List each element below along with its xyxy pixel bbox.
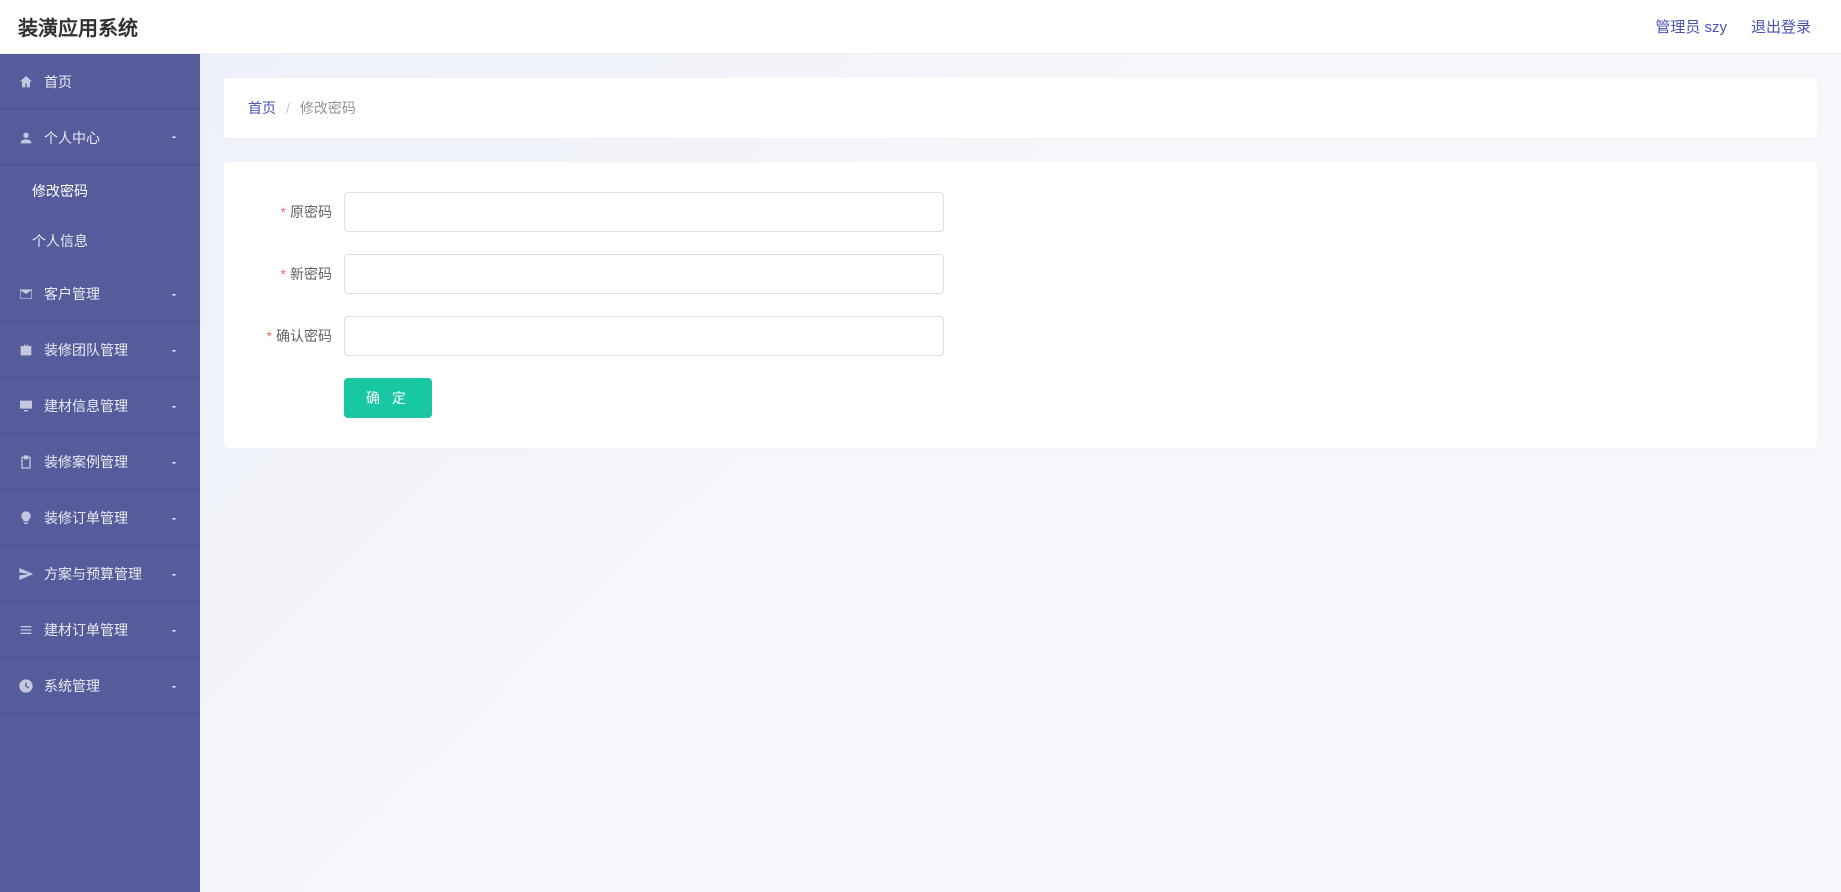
home-icon <box>18 74 34 90</box>
sidebar-item-9[interactable]: 系统管理 <box>0 658 200 714</box>
breadcrumb-home[interactable]: 首页 <box>248 98 276 118</box>
sidebar: 首页个人中心修改密码个人信息客户管理装修团队管理建材信息管理装修案例管理装修订单… <box>0 54 200 892</box>
sidebar-item-2[interactable]: 客户管理 <box>0 266 200 322</box>
sidebar-item-label: 建材信息管理 <box>44 396 128 416</box>
sidebar-item-label: 客户管理 <box>44 284 100 304</box>
sidebar-item-label: 建材订单管理 <box>44 620 128 640</box>
form-label-text: 确认密码 <box>276 328 332 344</box>
admin-link[interactable]: 管理员 szy <box>1655 16 1727 37</box>
chevron-down-icon <box>168 456 180 468</box>
chevron-down-icon <box>168 624 180 636</box>
clipboard-icon <box>18 454 34 470</box>
sidebar-item-label: 系统管理 <box>44 676 100 696</box>
sidebar-item-7[interactable]: 方案与预算管理 <box>0 546 200 602</box>
send-icon <box>18 566 34 582</box>
form-label-1: *新密码 <box>244 264 344 284</box>
main: 首页 / 修改密码 *原密码*新密码*确认密码 确 定 <box>200 54 1841 892</box>
required-asterisk: * <box>267 328 272 344</box>
sidebar-item-left: 装修案例管理 <box>18 452 128 472</box>
form-label-0: *原密码 <box>244 202 344 222</box>
form-label-text: 原密码 <box>290 204 332 220</box>
chevron-down-icon <box>168 288 180 300</box>
display-icon <box>18 398 34 414</box>
sidebar-item-left: 方案与预算管理 <box>18 564 142 584</box>
submit-button[interactable]: 确 定 <box>344 378 432 418</box>
form-row-0: *原密码 <box>244 192 1797 232</box>
sidebar-item-left: 建材订单管理 <box>18 620 128 640</box>
mail-icon <box>18 286 34 302</box>
sidebar-subitem-label: 修改密码 <box>32 181 88 201</box>
sidebar-item-label: 个人中心 <box>44 128 100 148</box>
sidebar-subitem-1-0[interactable]: 修改密码 <box>0 166 200 216</box>
briefcase-icon <box>18 342 34 358</box>
sidebar-subitem-1-1[interactable]: 个人信息 <box>0 216 200 266</box>
sidebar-item-3[interactable]: 装修团队管理 <box>0 322 200 378</box>
sidebar-item-label: 装修团队管理 <box>44 340 128 360</box>
breadcrumb-current: 修改密码 <box>300 98 356 118</box>
password-input-1[interactable] <box>344 254 944 294</box>
sidebar-item-left: 建材信息管理 <box>18 396 128 416</box>
sidebar-subitem-label: 个人信息 <box>32 231 88 251</box>
sidebar-item-1[interactable]: 个人中心 <box>0 110 200 166</box>
sidebar-item-left: 首页 <box>18 72 72 92</box>
password-input-0[interactable] <box>344 192 944 232</box>
chevron-down-icon <box>168 568 180 580</box>
sidebar-item-left: 客户管理 <box>18 284 100 304</box>
required-asterisk: * <box>281 266 286 282</box>
logout-link[interactable]: 退出登录 <box>1751 16 1811 37</box>
list-icon <box>18 622 34 638</box>
chevron-down-icon <box>168 400 180 412</box>
chevron-down-icon <box>168 680 180 692</box>
form-label-2: *确认密码 <box>244 326 344 346</box>
chevron-down-icon <box>168 344 180 356</box>
form-card: *原密码*新密码*确认密码 确 定 <box>224 162 1817 448</box>
sidebar-item-left: 系统管理 <box>18 676 100 696</box>
bulb-icon <box>18 510 34 526</box>
chevron-down-icon <box>168 132 180 144</box>
sidebar-item-label: 方案与预算管理 <box>44 564 142 584</box>
sidebar-item-6[interactable]: 装修订单管理 <box>0 490 200 546</box>
sidebar-item-8[interactable]: 建材订单管理 <box>0 602 200 658</box>
sidebar-item-left: 装修订单管理 <box>18 508 128 528</box>
breadcrumb: 首页 / 修改密码 <box>224 78 1817 138</box>
password-input-2[interactable] <box>344 316 944 356</box>
sidebar-item-4[interactable]: 建材信息管理 <box>0 378 200 434</box>
sidebar-item-label: 首页 <box>44 72 72 92</box>
sidebar-item-left: 装修团队管理 <box>18 340 128 360</box>
form-row-1: *新密码 <box>244 254 1797 294</box>
header-actions: 管理员 szy 退出登录 <box>1655 16 1811 37</box>
layout: 首页个人中心修改密码个人信息客户管理装修团队管理建材信息管理装修案例管理装修订单… <box>0 54 1841 892</box>
clock-icon <box>18 678 34 694</box>
form-label-text: 新密码 <box>290 266 332 282</box>
app-title: 装潢应用系统 <box>18 12 138 41</box>
form-row-2: *确认密码 <box>244 316 1797 356</box>
required-asterisk: * <box>281 204 286 220</box>
sidebar-item-label: 装修案例管理 <box>44 452 128 472</box>
user-icon <box>18 130 34 146</box>
sidebar-item-0[interactable]: 首页 <box>0 54 200 110</box>
sidebar-item-label: 装修订单管理 <box>44 508 128 528</box>
header: 装潢应用系统 管理员 szy 退出登录 <box>0 0 1841 54</box>
sidebar-item-left: 个人中心 <box>18 128 100 148</box>
breadcrumb-separator: / <box>286 100 290 116</box>
sidebar-item-5[interactable]: 装修案例管理 <box>0 434 200 490</box>
chevron-down-icon <box>168 512 180 524</box>
